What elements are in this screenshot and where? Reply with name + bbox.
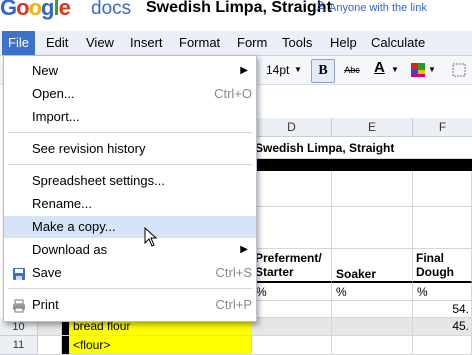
menu-form[interactable]: Form <box>231 31 273 55</box>
final-dough-value[interactable]: 45. <box>413 318 472 336</box>
sheet-title-cell[interactable]: Swedish Limpa, Straight <box>252 137 472 159</box>
menu-item-save[interactable]: Save Ctrl+S <box>4 262 256 284</box>
grid-cell[interactable] <box>413 207 472 249</box>
menu-item-new[interactable]: New ▶ <box>4 60 256 82</box>
strikethrough-button[interactable]: Abc <box>340 59 364 81</box>
logo-letter: o <box>28 0 42 20</box>
chevron-down-icon: ▼ <box>428 65 436 74</box>
column-header-d[interactable]: D <box>252 118 332 137</box>
menu-item-download-as[interactable]: Download as ▶ <box>4 239 256 261</box>
menu-item-label: Open... <box>32 86 75 101</box>
menu-item-label: Spreadsheet settings... <box>32 173 165 188</box>
logo-letter: g <box>41 0 54 20</box>
menu-item-label: Print <box>32 297 59 312</box>
menu-item-label: New <box>32 63 59 78</box>
menu-file[interactable]: File <box>2 31 35 55</box>
black-divider-row <box>252 159 472 171</box>
menu-separator <box>8 288 252 289</box>
menu-bar: File Edit View Insert Format Form Tools … <box>0 31 472 56</box>
ingredient-cell[interactable]: <flour> <box>70 336 252 355</box>
menu-item-shortcut: Ctrl+O <box>214 86 252 101</box>
grid-cell[interactable] <box>252 318 332 336</box>
grid-cell[interactable] <box>332 318 413 336</box>
final-dough-value[interactable]: 54. <box>413 301 472 318</box>
google-logo[interactable]: Google <box>0 0 71 20</box>
menu-item-rename[interactable]: Rename... <box>4 193 256 215</box>
bold-button[interactable]: B <box>311 59 335 83</box>
grid-cell[interactable] <box>332 171 413 207</box>
menu-item-label: Save <box>32 265 62 280</box>
menu-help[interactable]: Help <box>324 31 363 55</box>
menu-edit[interactable]: Edit <box>40 31 74 55</box>
share-label: Anyone with the link <box>329 2 427 14</box>
menu-item-shortcut: Ctrl+S <box>215 265 252 280</box>
row-header-11[interactable]: 11 <box>0 336 38 355</box>
document-title[interactable]: Swedish Limpa, Straight <box>146 0 332 19</box>
grid-cell[interactable] <box>413 171 472 207</box>
menu-item-print[interactable]: Print Ctrl+P <box>4 294 256 316</box>
menu-item-spreadsheet-settings[interactable]: Spreadsheet settings... <box>4 170 256 192</box>
borders-button[interactable] <box>450 59 470 81</box>
grid-cell[interactable] <box>38 336 62 355</box>
grid-cell[interactable] <box>332 207 413 249</box>
logo-letter: o <box>16 0 29 20</box>
menu-item-import[interactable]: Import... <box>4 106 256 128</box>
logo-letter: G <box>0 0 17 20</box>
share-status[interactable]: Anyone with the link <box>316 0 427 16</box>
text-color-button[interactable]: A ▼ <box>370 59 400 81</box>
submenu-arrow-icon: ▶ <box>240 244 248 255</box>
fill-color-button[interactable]: ▼ <box>408 59 438 81</box>
borders-icon <box>452 62 466 84</box>
grid-cell[interactable] <box>332 301 413 318</box>
print-icon <box>12 298 26 313</box>
header-final-dough[interactable]: Final Dough <box>413 249 472 283</box>
chevron-down-icon: ▼ <box>391 65 399 74</box>
file-menu: New ▶ Open... Ctrl+O Import... See revis… <box>3 55 257 322</box>
grid-cell[interactable] <box>252 301 332 318</box>
header-soaker[interactable]: Soaker <box>332 249 413 283</box>
menu-insert[interactable]: Insert <box>124 31 169 55</box>
text-color-icon: A <box>374 59 385 76</box>
menu-item-revision-history[interactable]: See revision history <box>4 138 256 160</box>
docs-label: docs <box>91 0 132 19</box>
header-preferment-starter[interactable]: Preferment/ Starter <box>252 249 332 283</box>
grid-cell[interactable] <box>252 171 332 207</box>
column-header-f[interactable]: F <box>413 118 472 137</box>
fill-color-icon <box>411 62 425 84</box>
grid-cell[interactable] <box>252 207 332 249</box>
menu-view[interactable]: View <box>80 31 120 55</box>
menu-item-shortcut: Ctrl+P <box>215 297 252 312</box>
menu-calculate[interactable]: Calculate <box>365 31 431 55</box>
menu-separator <box>8 164 252 165</box>
people-icon <box>316 1 326 12</box>
logo-letter: e <box>58 0 71 20</box>
menu-item-label: Import... <box>32 109 80 124</box>
grid-cell[interactable] <box>413 336 472 355</box>
mouse-cursor-icon <box>144 226 158 250</box>
menu-item-label: Rename... <box>32 196 92 211</box>
menu-separator <box>8 132 252 133</box>
column-header-e[interactable]: E <box>332 118 413 137</box>
font-size-value: 14pt <box>266 63 290 77</box>
menu-item-make-a-copy[interactable]: Make a copy... <box>4 216 256 238</box>
menu-item-label: Make a copy... <box>32 219 116 234</box>
unit-cell-e[interactable]: % <box>332 284 413 301</box>
menu-item-label: See revision history <box>32 141 146 156</box>
grid-cell[interactable] <box>332 336 413 355</box>
unit-cell-f[interactable]: % <box>413 284 472 301</box>
black-border-cell <box>62 336 70 355</box>
font-size-select[interactable]: 14pt ▼ <box>262 59 306 81</box>
unit-cell-d[interactable]: % <box>252 284 332 301</box>
submenu-arrow-icon: ▶ <box>240 65 248 76</box>
menu-tools[interactable]: Tools <box>276 31 318 55</box>
menu-item-label: Download as <box>32 242 108 257</box>
save-icon <box>12 266 26 280</box>
menu-item-open[interactable]: Open... Ctrl+O <box>4 83 256 105</box>
menu-format[interactable]: Format <box>173 31 226 55</box>
chevron-down-icon: ▼ <box>294 65 302 74</box>
grid-cell[interactable] <box>252 336 332 355</box>
